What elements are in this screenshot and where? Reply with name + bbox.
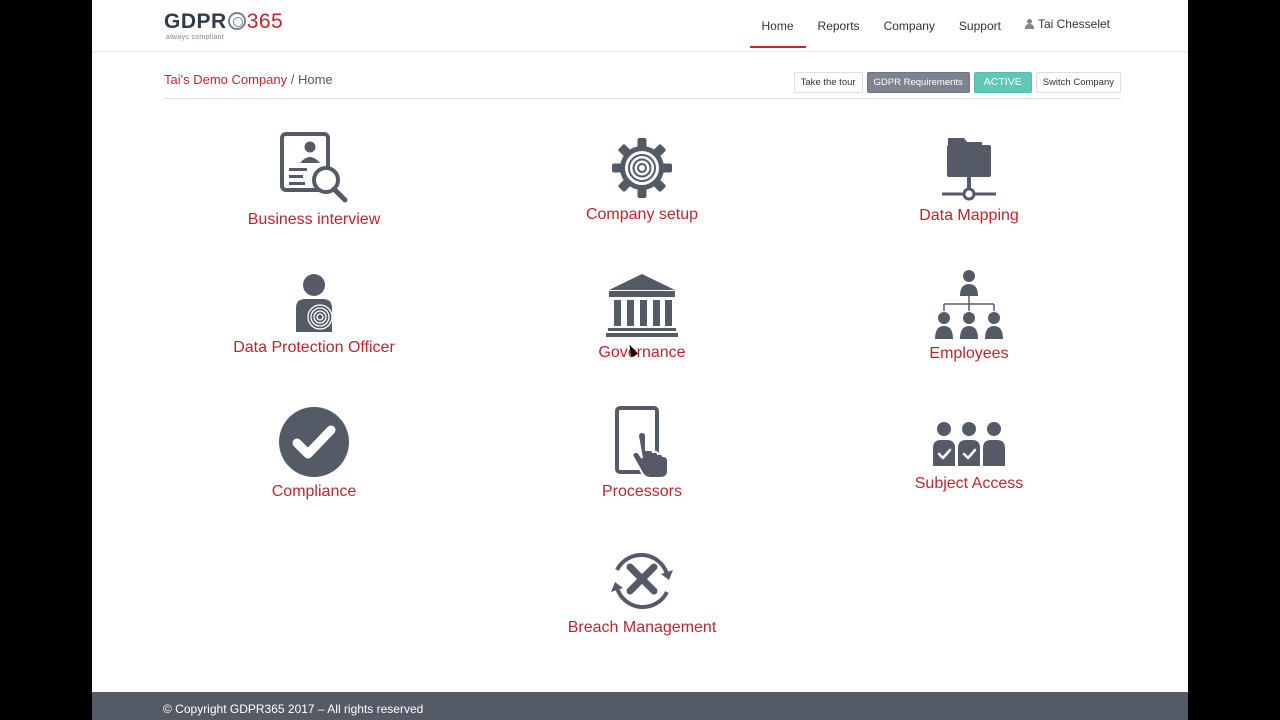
switch-company-button[interactable]: Switch Company	[1035, 72, 1121, 93]
breadcrumb: Tai's Demo Company / Home	[164, 72, 333, 87]
footer: © Copyright GDPR365 2017 – All rights re…	[92, 692, 1188, 720]
sub-bar: Tai's Demo Company / Home Take the tour …	[164, 70, 1121, 99]
tile-data-protection-officer[interactable]: Data Protection Officer	[204, 272, 424, 357]
tile-company-setup[interactable]: Company setup	[532, 135, 752, 224]
tile-label: Compliance	[271, 483, 357, 500]
breadcrumb-separator: /	[287, 72, 298, 87]
action-buttons: Take the tour GDPR Requirements ACTIVE S…	[793, 72, 1121, 93]
breach-x-icon	[611, 552, 673, 610]
nav-company[interactable]: Company	[872, 0, 947, 48]
logo-text: GDPR	[164, 10, 227, 33]
tile-label: Subject Access	[914, 475, 1024, 492]
logo[interactable]: GDPR 365 always compliant	[164, 10, 283, 42]
breadcrumb-current: Home	[297, 72, 333, 87]
app-page: GDPR 365 always compliant Home Reports Co…	[92, 0, 1188, 720]
logo-tagline: always compliant	[166, 34, 225, 41]
tile-breach-management[interactable]: Breach Management	[532, 548, 752, 637]
active-status-badge: ACTIVE	[973, 72, 1032, 93]
tile-business-interview[interactable]: Business interview	[204, 130, 424, 229]
group-check-icon	[933, 422, 1005, 466]
logo-number: 365	[246, 10, 284, 33]
gear-icon	[612, 138, 672, 198]
checkmark-circle-icon	[279, 407, 349, 477]
nav-user-menu[interactable]: Tai Chesselet	[1013, 0, 1122, 48]
tile-label: Breach Management	[567, 619, 717, 636]
tile-compliance[interactable]: Compliance	[204, 406, 424, 501]
footer-copyright: © Copyright GDPR365 2017 – All rights re…	[163, 702, 424, 716]
nav-reports[interactable]: Reports	[806, 0, 872, 48]
tile-label: Company setup	[585, 206, 699, 223]
tile-data-mapping[interactable]: Data Mapping	[859, 134, 1079, 225]
tile-label: Employees	[929, 345, 1009, 362]
tile-employees[interactable]: Employees	[859, 268, 1079, 363]
breadcrumb-company[interactable]: Tai's Demo Company	[164, 72, 287, 87]
gdpr-requirements-button[interactable]: GDPR Requirements	[866, 72, 970, 93]
tile-label: Data Mapping	[919, 207, 1019, 224]
tile-label: Business interview	[247, 211, 381, 228]
nav-support[interactable]: Support	[947, 0, 1013, 48]
take-tour-button[interactable]: Take the tour	[793, 72, 863, 93]
tile-label: Data Protection Officer	[233, 339, 395, 356]
main-nav: Home Reports Company Support Tai Chessel…	[749, 0, 1122, 52]
fingerprint-logo-icon	[227, 12, 246, 30]
nav-home[interactable]: Home	[749, 0, 806, 48]
user-icon	[1024, 19, 1034, 29]
org-chart-icon	[935, 270, 1003, 339]
tile-processors[interactable]: Processors	[532, 406, 752, 501]
top-header: GDPR 365 always compliant Home Reports Co…	[92, 0, 1188, 52]
document-search-icon	[280, 132, 348, 203]
fingerprint-person-icon	[296, 274, 333, 332]
folder-network-icon	[942, 138, 996, 201]
user-name: Tai Chesselet	[1037, 17, 1110, 31]
tile-subject-access[interactable]: Subject Access	[859, 420, 1079, 493]
tablet-touch-icon	[615, 406, 669, 478]
tile-label: Governance	[598, 344, 686, 361]
bank-icon	[606, 274, 678, 337]
tile-label: Processors	[601, 483, 683, 500]
tile-governance[interactable]: Governance	[532, 272, 752, 362]
